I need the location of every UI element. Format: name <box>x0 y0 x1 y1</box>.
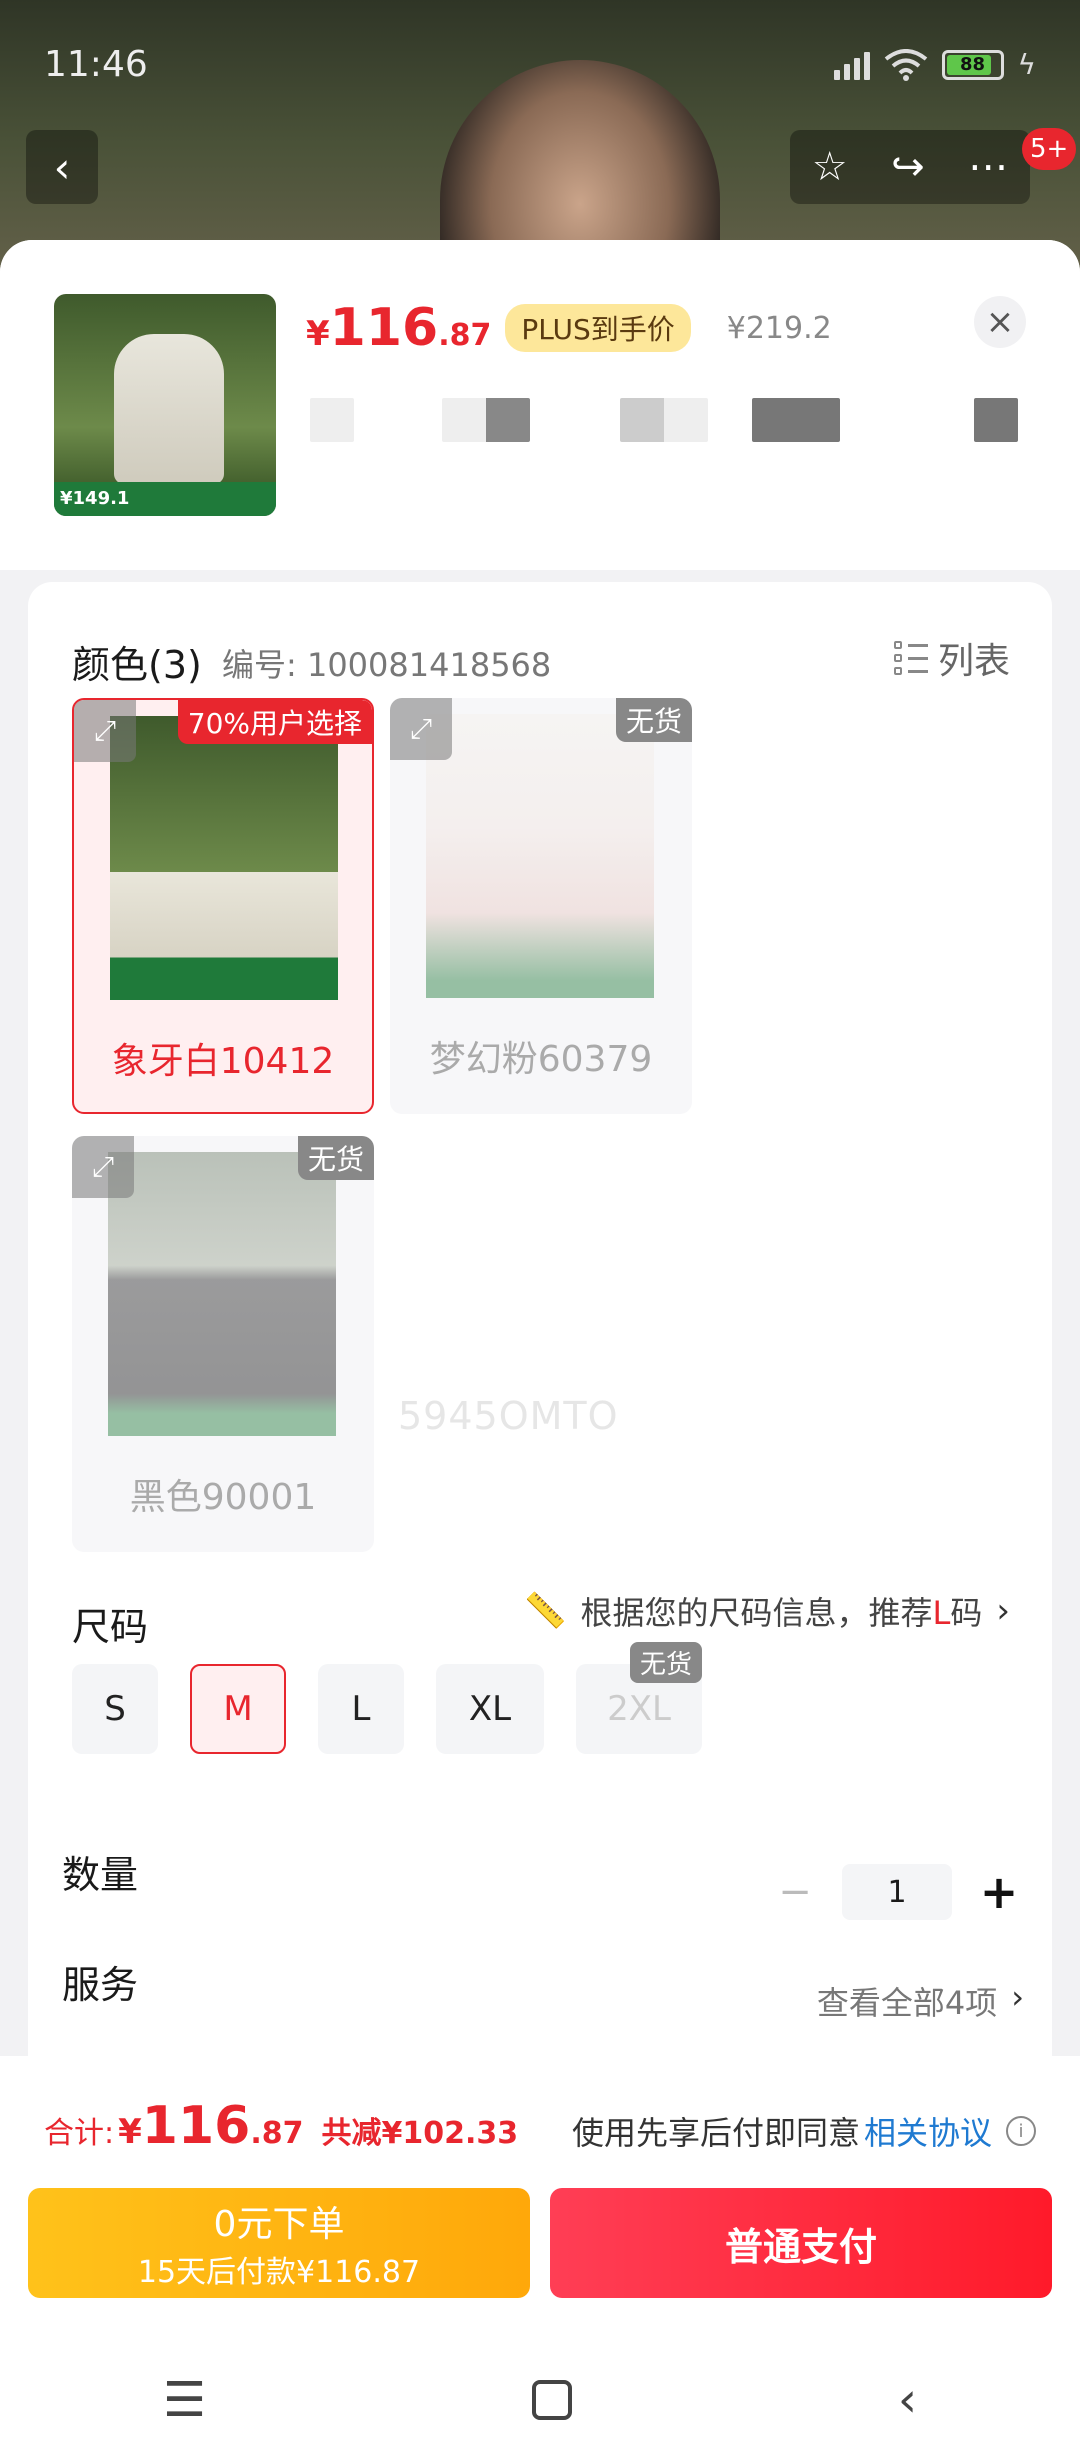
color-option-black[interactable]: ⤢ 无货 黑色90001 <box>72 1136 374 1552</box>
redacted-block <box>620 398 708 442</box>
back-button[interactable]: ‹ <box>26 130 98 204</box>
size-hint-prefix: 根据您的尺码信息，推荐 <box>580 1594 933 1632</box>
status-bar: 11:46 88 ϟ <box>0 0 1080 130</box>
product-thumbnail[interactable]: ¥149.1 <box>54 294 276 516</box>
increase-button[interactable]: + <box>974 1865 1024 1919</box>
agreement-text: 使用先享后付即同意 相关协议 i <box>572 2108 1036 2154</box>
jacket-photo <box>108 1152 336 1436</box>
color-option-ivory[interactable]: ⤢ 70%用户选择 象牙白10412 <box>72 698 374 1114</box>
back-icon[interactable]: ‹ <box>898 2372 917 2428</box>
close-button[interactable]: × <box>974 296 1026 348</box>
thumbnail-price: ¥149.1 <box>54 482 276 516</box>
out-of-stock-tag: 无货 <box>297 1136 374 1180</box>
wifi-icon <box>884 48 928 81</box>
pay-later-line1: 0元下单 <box>213 2204 345 2245</box>
service-view-all[interactable]: 查看全部4项 › <box>817 1978 1024 2024</box>
close-icon: × <box>985 302 1015 342</box>
size-option-2xl[interactable]: 2XL 无货 <box>576 1642 702 1754</box>
share-icon[interactable]: ↪ <box>891 144 925 190</box>
price-row: ¥ 116 .87 PLUS到手价 ¥219.2 <box>306 298 832 358</box>
notification-badge: 5+ <box>1022 128 1077 170</box>
color-option-label: 黑色90001 <box>129 1477 317 1518</box>
more-icon[interactable]: ⋯ <box>968 144 1008 190</box>
size-hint-suffix: 码 <box>950 1594 983 1632</box>
agreement-link[interactable]: 相关协议 <box>864 2108 992 2154</box>
status-icons: 88 ϟ <box>833 48 1036 81</box>
total-decimal: .87 <box>250 2116 304 2151</box>
redacted-block <box>442 398 530 442</box>
price-currency: ¥ <box>306 314 330 354</box>
total-currency: ¥ <box>118 2112 142 2152</box>
sheet-header: ¥149.1 ¥ 116 .87 PLUS到手价 ¥219.2 × <box>0 240 1080 570</box>
color-option-pink[interactable]: ⤢ 无货 梦幻粉60379 <box>390 698 692 1114</box>
total-saving: 共减¥102.33 <box>321 2116 519 2151</box>
expand-icon[interactable]: ⤢ <box>72 1136 134 1198</box>
menu-icon[interactable]: ☰ <box>163 2372 206 2428</box>
system-navigation-bar: ☰ ‹ <box>0 2340 1080 2460</box>
color-option-label: 象牙白10412 <box>111 1041 335 1082</box>
price-integer: 116 <box>329 298 439 358</box>
original-price: ¥219.2 <box>726 310 832 346</box>
pay-later-button[interactable]: 0元下单 15天后付款¥116.87 <box>28 2188 530 2298</box>
out-of-stock-tag: 无货 <box>629 1642 702 1683</box>
list-view-button[interactable]: 列表 <box>893 632 1010 684</box>
info-icon[interactable]: i <box>1006 2116 1036 2146</box>
list-view-label: 列表 <box>937 641 1010 682</box>
decrease-button[interactable]: − <box>770 1869 820 1915</box>
status-time: 11:46 <box>44 44 148 85</box>
popular-tag: 70%用户选择 <box>177 700 372 744</box>
agreement-prefix: 使用先享后付即同意 <box>571 2114 860 2152</box>
signal-icon <box>833 50 870 80</box>
ruler-icon: 📏 <box>524 1591 567 1631</box>
color-option-label: 梦幻粉60379 <box>429 1039 653 1080</box>
size-option-m[interactable]: M <box>190 1664 286 1754</box>
total-integer: 116 <box>141 2096 251 2156</box>
jacket-photo <box>110 716 338 1000</box>
size-option-s[interactable]: S <box>72 1664 158 1754</box>
battery-icon: 88 <box>941 49 1004 80</box>
quantity-stepper: − 1 + <box>770 1864 1024 1920</box>
chevron-right-icon: › <box>996 1591 1010 1631</box>
total-price: 合计: ¥ 116 .87 共减¥102.33 <box>44 2096 518 2156</box>
size-section-title: 尺码 <box>72 1605 149 1649</box>
top-actions: ☆ ↪ ⋯ <box>790 130 1030 204</box>
price-decimal: .87 <box>438 318 492 353</box>
jacket-photo <box>426 714 654 998</box>
service-link-label: 查看全部4项 <box>816 1984 998 2022</box>
redacted-block <box>310 398 354 442</box>
plus-price-tag: PLUS到手价 <box>505 304 691 352</box>
quantity-title: 数量 <box>62 1853 139 1897</box>
size-option-label: 2XL <box>607 1689 671 1729</box>
size-hint-size: L <box>932 1594 951 1632</box>
favorite-star-icon[interactable]: ☆ <box>812 144 848 190</box>
redacted-block <box>974 398 1018 442</box>
total-label: 合计: <box>44 2116 115 2151</box>
home-icon[interactable] <box>531 2380 572 2420</box>
expand-icon[interactable]: ⤢ <box>74 700 136 762</box>
quantity-value[interactable]: 1 <box>842 1864 952 1920</box>
product-code: 编号: 100081418568 <box>222 646 552 684</box>
size-option-l[interactable]: L <box>318 1664 404 1754</box>
normal-pay-button[interactable]: 普通支付 <box>550 2188 1052 2298</box>
battery-level: 88 <box>959 54 986 75</box>
jacket-image <box>114 334 224 484</box>
list-icon <box>893 641 928 675</box>
out-of-stock-tag: 无货 <box>615 698 692 742</box>
pay-later-line2: 15天后付款¥116.87 <box>137 2255 421 2290</box>
color-section-title: 颜色(3) <box>72 643 202 687</box>
chevron-left-icon: ‹ <box>53 142 71 192</box>
charging-icon: ϟ <box>1017 48 1036 81</box>
size-recommendation[interactable]: 📏 根据您的尺码信息，推荐L码 › <box>524 1588 1010 1634</box>
redacted-block <box>752 398 840 442</box>
service-title: 服务 <box>62 1963 139 2007</box>
watermark-text: 5945OMTO <box>398 1394 619 1438</box>
size-option-xl[interactable]: XL <box>436 1664 544 1754</box>
chevron-right-icon: › <box>1011 1978 1024 2016</box>
expand-icon[interactable]: ⤢ <box>390 698 452 760</box>
